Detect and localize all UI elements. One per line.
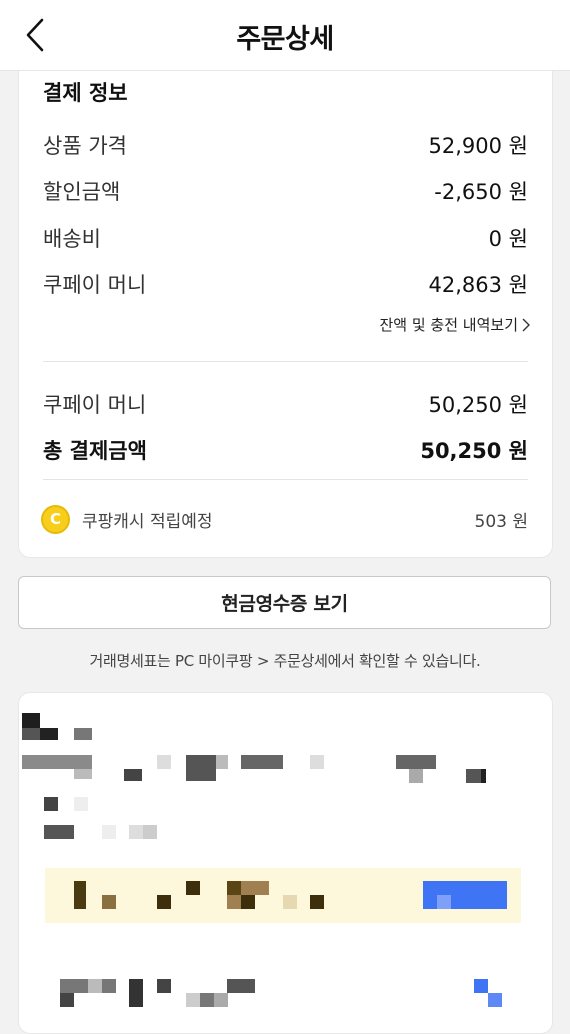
row-label: 할인금액 <box>43 180 121 204</box>
order-detail-card <box>18 692 553 1034</box>
divider <box>43 479 528 480</box>
coupay-money-total-row: 쿠페이 머니 50,250 원 <box>43 387 528 421</box>
cash-receipt-button[interactable]: 현금영수증 보기 <box>18 576 551 629</box>
statement-note: 거래명세표는 PC 마이쿠팡 > 주문상세에서 확인할 수 있습니다. <box>89 652 481 670</box>
row-value: 52,900 원 <box>428 134 528 158</box>
row-value: 42,863 원 <box>428 273 528 297</box>
divider <box>43 361 528 362</box>
top-bar: 주문상세 <box>0 0 570 70</box>
payment-info-card: 결제 정보 상품 가격 52,900 원 할인금액 -2,650 원 배송비 0… <box>18 40 553 558</box>
shipping-row: 배송비 0 원 <box>43 221 528 255</box>
link-label: 잔액 및 충전 내역보기 <box>379 316 518 334</box>
balance-history-link[interactable]: 잔액 및 충전 내역보기 <box>379 314 530 335</box>
cash-label-group: C 쿠팡캐시 적립예정 <box>41 504 213 534</box>
chevron-right-icon <box>522 318 530 331</box>
row-value: -2,650 원 <box>434 180 528 204</box>
row-label: 총 결제금액 <box>43 439 147 463</box>
total-payment-row: 총 결제금액 50,250 원 <box>43 433 528 467</box>
row-value: 0 원 <box>488 227 528 251</box>
discount-row: 할인금액 -2,650 원 <box>43 174 528 208</box>
coupang-cash-coin-icon: C <box>41 504 70 534</box>
row-label: 쿠페이 머니 <box>43 273 147 297</box>
cash-value: 503 원 <box>474 511 529 532</box>
row-value: 50,250 원 <box>420 439 528 463</box>
page-title: 주문상세 <box>236 24 334 55</box>
row-label: 배송비 <box>43 227 101 251</box>
price-row: 상품 가격 52,900 원 <box>43 128 528 162</box>
coupay-money-row: 쿠페이 머니 42,863 원 <box>43 267 528 301</box>
cash-label: 쿠팡캐시 적립예정 <box>82 511 213 532</box>
row-label: 쿠페이 머니 <box>43 393 147 417</box>
row-label: 상품 가격 <box>43 134 127 158</box>
section-title: 결제 정보 <box>43 81 128 105</box>
coupang-cash-row: C 쿠팡캐시 적립예정 503 원 <box>41 503 528 535</box>
row-value: 50,250 원 <box>428 393 528 417</box>
